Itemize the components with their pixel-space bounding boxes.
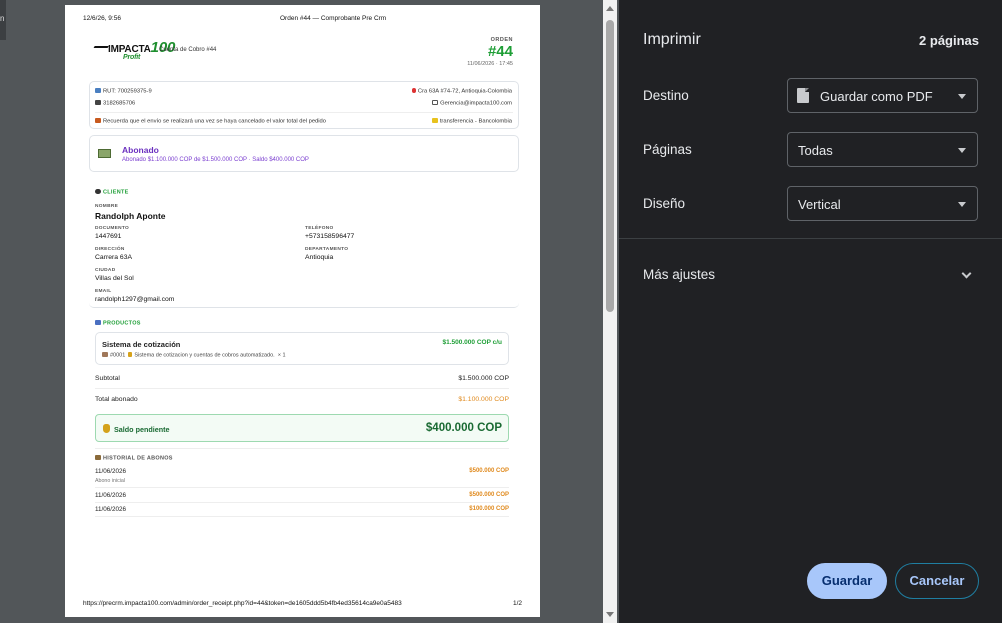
paginas-select[interactable]: Todas <box>787 132 978 167</box>
subtotal-label: Subtotal <box>95 375 120 382</box>
cliente-ciudad: Villas del Sol <box>95 275 134 282</box>
person-icon <box>95 189 101 194</box>
destino-value: Guardar como PDF <box>820 89 933 104</box>
paginas-label: Páginas <box>643 142 692 157</box>
historial-item-date: 11/06/2026 <box>95 492 127 499</box>
subtotal-value: $1.500.000 COP <box>458 375 509 382</box>
diseno-label: Diseño <box>643 196 686 211</box>
receipt-header: IMPACTA100 Profit Cuenta de Cobro #44 OR… <box>89 33 519 73</box>
saldo-value: $400.000 COP <box>425 422 502 434</box>
abono-description: Abonado $1.100.000 COP de $1.500.000 COP… <box>122 157 309 163</box>
orden-number: #44 <box>487 43 513 60</box>
left-edge: n <box>0 0 6 40</box>
company-phone: 3182685706 <box>103 100 136 107</box>
document-icon <box>797 88 809 103</box>
print-settings-panel: Imprimir 2 páginas Destino Guardar como … <box>619 0 1002 623</box>
company-email: Gerencia@impacta100.com <box>440 100 512 107</box>
historial-item-amount: $100.000 COP <box>469 506 509 512</box>
product-code: #0001 <box>110 352 126 359</box>
page-count: 2 páginas <box>919 33 979 48</box>
scroll-up-arrow-icon[interactable] <box>606 6 614 11</box>
historial-item-amount: $500.000 COP <box>469 468 509 474</box>
money-icon <box>98 149 111 158</box>
rut: RUT: 700259375-9 <box>103 88 152 95</box>
product-quantity: × 1 <box>277 352 286 359</box>
dropdown-caret-icon <box>958 94 966 99</box>
product-description: Sistema de cotizacion y cuentas de cobro… <box>134 352 275 359</box>
cliente-nombre: Randolph Aponte <box>95 211 166 221</box>
paginas-value: Todas <box>798 143 833 158</box>
historial-item-note: Abono inicial <box>95 478 126 484</box>
box-icon <box>102 352 108 357</box>
building-icon <box>95 320 101 325</box>
print-header-datetime: 12/6/26, 9:56 <box>83 15 121 22</box>
product-price: $1.500.000 COP c/u <box>442 339 502 346</box>
pencil-icon <box>128 352 133 357</box>
historial-item-date: 11/06/2026 <box>95 468 127 475</box>
location-pin-icon <box>411 88 416 93</box>
saldo-label: Saldo pendiente <box>114 425 170 434</box>
truck-icon <box>95 118 101 123</box>
diseno-select[interactable]: Vertical <box>787 186 978 221</box>
print-footer-page: 1/2 <box>512 600 522 607</box>
company-info-card: RUT: 700259375-9 3182685706 Cra 63A #74-… <box>89 81 519 129</box>
destino-select[interactable]: Guardar como PDF <box>787 78 978 113</box>
receipt-document: IMPACTA100 Profit Cuenta de Cobro #44 OR… <box>89 33 519 608</box>
historial-title: HISTORIAL DE ABONOS <box>103 455 173 462</box>
cancel-button[interactable]: Cancelar <box>895 563 979 599</box>
clipboard-icon <box>95 455 101 460</box>
product-item: Sistema de cotización $1.500.000 COP c/u… <box>95 332 509 365</box>
scroll-down-arrow-icon[interactable] <box>606 612 614 617</box>
abono-title: Abonado <box>122 145 159 155</box>
cliente-telefono: +573158596477 <box>305 233 355 240</box>
abono-status-card: Abonado Abonado $1.100.000 COP de $1.500… <box>89 135 519 172</box>
cliente-direccion: Carrera 63A <box>95 254 133 261</box>
envio-note: Recuerda que el envío se realizará una v… <box>103 118 327 125</box>
preview-scrollbar[interactable] <box>603 0 617 623</box>
cliente-departamento: Antioquia <box>305 254 334 261</box>
print-footer-url: https://precrm.impacta100.com/admin/orde… <box>83 600 402 607</box>
total-abonado-label: Total abonado <box>95 396 138 403</box>
diseno-value: Vertical <box>798 197 841 212</box>
id-card-icon <box>95 88 101 93</box>
saldo-pendiente-box: Saldo pendiente $400.000 COP <box>95 414 509 442</box>
cliente-section: CLIENTE NOMBRE Randolph Aponte DOCUMENTO… <box>89 178 519 308</box>
dropdown-caret-icon <box>958 148 966 153</box>
plane-icon <box>91 46 109 52</box>
preview-page: 12/6/26, 9:56 Orden #44 — Comprobante Pr… <box>65 5 540 617</box>
productos-section: PRODUCTOS Sistema de cotización $1.500.0… <box>89 308 519 608</box>
destino-label: Destino <box>643 88 689 103</box>
cliente-email: randolph1297@gmail.com <box>95 296 175 303</box>
cliente-title: CLIENTE <box>103 189 129 196</box>
total-abonado-value: $1.100.000 COP <box>458 396 509 403</box>
money-bag-icon <box>103 424 110 433</box>
cliente-documento: 1447691 <box>95 233 122 240</box>
mail-icon <box>432 100 439 105</box>
more-settings-toggle[interactable]: Más ajustes <box>643 267 715 282</box>
credit-card-icon <box>431 118 438 123</box>
phone-icon <box>95 100 101 105</box>
scrollbar-thumb[interactable] <box>606 20 614 312</box>
cuenta-de-cobro: Cuenta de Cobro #44 <box>159 47 217 53</box>
payment-method: transferencia - Bancolombia <box>439 118 512 125</box>
print-header-title: Orden #44 — Comprobante Pre Crm <box>280 15 387 22</box>
historial-item-amount: $500.000 COP <box>469 492 509 498</box>
productos-title: PRODUCTOS <box>103 320 141 327</box>
orden-date: 11/06/2026 · 17:45 <box>467 61 513 67</box>
print-dialog: n 12/6/26, 9:56 Orden #44 — Comprobante … <box>0 0 1002 623</box>
chevron-down-icon[interactable] <box>961 268 972 279</box>
panel-title: Imprimir <box>643 31 701 48</box>
save-button[interactable]: Guardar <box>807 563 887 599</box>
company-address: Cra 63A #74-72, Antioquia-Colombia <box>417 88 512 95</box>
panel-divider <box>619 238 1002 239</box>
dropdown-caret-icon <box>958 202 966 207</box>
print-preview: n 12/6/26, 9:56 Orden #44 — Comprobante … <box>0 0 619 623</box>
historial-item-date: 11/06/2026 <box>95 506 127 513</box>
product-name: Sistema de cotización <box>102 340 181 349</box>
